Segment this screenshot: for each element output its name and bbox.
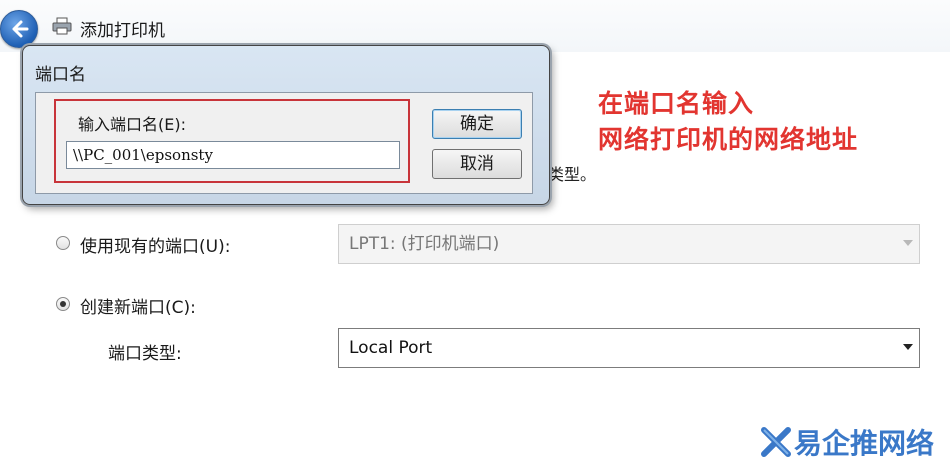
- port-type-select[interactable]: Local Port: [338, 328, 920, 368]
- create-new-port-radio[interactable]: [56, 297, 70, 311]
- cancel-button[interactable]: 取消: [432, 149, 522, 179]
- port-type-value: Local Port: [349, 338, 433, 358]
- existing-port-select[interactable]: LPT1: (打印机端口): [338, 224, 920, 264]
- annotation-line-2: 网络打印机的网络地址: [598, 125, 859, 154]
- printer-icon: [52, 17, 72, 35]
- dialog-body: 输入端口名(E): \\PC_001\epsonsty 确定 取消: [35, 92, 533, 194]
- create-new-port-label: 创建新端口(C):: [80, 298, 196, 318]
- watermark-text: 易企推网络: [794, 427, 935, 460]
- ok-button[interactable]: 确定: [432, 109, 522, 139]
- port-type-label: 端口类型:: [108, 344, 182, 364]
- chevron-down-icon: [903, 240, 913, 246]
- dialog-title: 端口名: [35, 65, 86, 85]
- port-name-dialog: 端口名 输入端口名(E): \\PC_001\epsonsty 确定 取消: [22, 45, 550, 205]
- port-name-input[interactable]: \\PC_001\epsonsty: [66, 141, 400, 169]
- arrow-left-icon: [12, 20, 29, 38]
- window-title: 添加打印机: [80, 21, 165, 41]
- use-existing-port-label: 使用现有的端口(U):: [80, 237, 231, 257]
- watermark-logo-icon: [761, 427, 791, 457]
- chevron-down-icon: [903, 344, 913, 350]
- back-button[interactable]: [0, 10, 38, 48]
- port-name-label: 输入端口名(E):: [78, 115, 186, 134]
- instruction-text-fragment: 类型。: [548, 165, 597, 184]
- use-existing-port-radio[interactable]: [56, 236, 70, 250]
- annotation-line-1: 在端口名输入: [598, 89, 755, 118]
- existing-port-value: LPT1: (打印机端口): [349, 234, 500, 254]
